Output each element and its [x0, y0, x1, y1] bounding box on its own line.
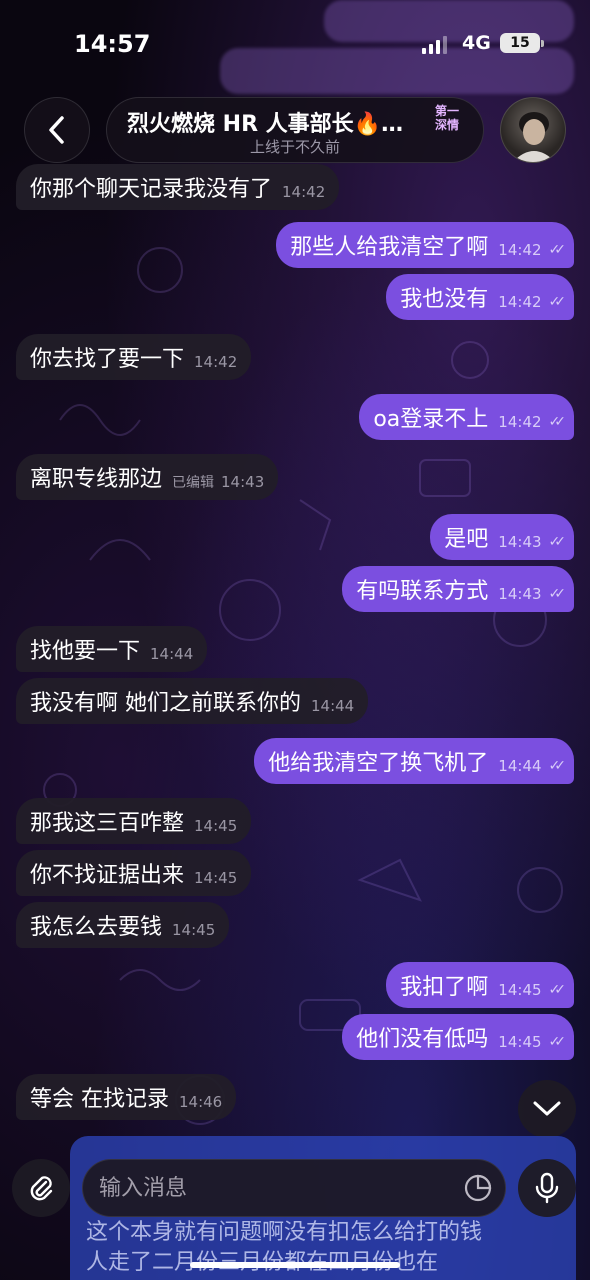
- sticker-icon[interactable]: [463, 1173, 493, 1203]
- message-bubble[interactable]: oa登录不上 14:42 ✓✓: [359, 394, 574, 440]
- message-bubble[interactable]: 那我这三百咋整 14:45: [16, 798, 252, 844]
- edited-label: 已编辑: [172, 475, 215, 491]
- message-time: 14:44: [498, 757, 542, 775]
- message-time: 14:42: [498, 241, 542, 259]
- signal-icon: [422, 36, 447, 54]
- scroll-down-button[interactable]: [518, 1080, 576, 1138]
- message-time: 14:43: [221, 473, 265, 491]
- message-bubble[interactable]: 他们没有低吗 14:45 ✓✓: [342, 1014, 574, 1060]
- message-time: 14:42: [282, 183, 326, 201]
- message-bubble[interactable]: 是吧 14:43 ✓✓: [430, 514, 574, 560]
- message-bubble[interactable]: 那些人给我清空了啊 14:42 ✓✓: [276, 222, 574, 268]
- message-bubble[interactable]: 我也没有 14:42 ✓✓: [386, 274, 574, 320]
- message-time: 14:42: [498, 293, 542, 311]
- status-bar: 14:57 4G 15: [0, 0, 590, 90]
- message-bubble[interactable]: 他给我清空了换飞机了 14:44 ✓✓: [254, 738, 574, 784]
- message-time: 14:43: [498, 585, 542, 603]
- message-time: 14:42: [194, 353, 238, 371]
- message-time: 14:44: [311, 697, 355, 715]
- voice-message-button[interactable]: [518, 1159, 576, 1217]
- message-time: 14:46: [179, 1093, 223, 1111]
- message-time: 14:45: [498, 1033, 542, 1051]
- double-check-icon: ✓✓: [548, 242, 567, 258]
- forwarded-preview-text: 这个本身就有问题啊没有扣怎么给打的钱 人走了二月份三月份都在四月份也在: [86, 1220, 483, 1275]
- back-arrow-icon: [49, 116, 64, 144]
- chat-title: 烈火燃烧 HR 人事部长🔥…: [127, 112, 404, 137]
- message-time: 14:45: [194, 817, 238, 835]
- battery-icon: 15: [500, 33, 544, 53]
- status-time: 14:57: [74, 30, 151, 58]
- chat-title-pill[interactable]: 烈火燃烧 HR 人事部长🔥… 第一深情 上线于不久前: [106, 97, 484, 163]
- message-time: 14:44: [150, 645, 194, 663]
- double-check-icon: ✓✓: [548, 982, 567, 998]
- message-bubble[interactable]: 你不找证据出来 14:45: [16, 850, 252, 896]
- message-time: 14:42: [498, 413, 542, 431]
- message-time: 14:45: [498, 981, 542, 999]
- message-time: 14:45: [172, 921, 216, 939]
- avatar[interactable]: [500, 97, 566, 163]
- double-check-icon: ✓✓: [548, 758, 567, 774]
- message-time: 14:43: [498, 533, 542, 551]
- message-input-container[interactable]: [82, 1159, 506, 1217]
- message-bubble[interactable]: 我怎么去要钱 14:45: [16, 902, 230, 948]
- double-check-icon: ✓✓: [548, 586, 567, 602]
- home-indicator: [190, 1262, 400, 1268]
- message-bubble[interactable]: 你去找了要一下 14:42: [16, 334, 252, 380]
- network-type: 4G: [462, 32, 491, 54]
- message-input[interactable]: [99, 1160, 459, 1216]
- message-bubble[interactable]: 有吗联系方式 14:43 ✓✓: [342, 566, 574, 612]
- message-bubble[interactable]: 你那个聊天记录我没有了 14:42: [16, 164, 340, 210]
- message-bubble[interactable]: 找他要一下 14:44: [16, 626, 208, 672]
- double-check-icon: ✓✓: [548, 534, 567, 550]
- double-check-icon: ✓✓: [548, 294, 567, 310]
- attach-button[interactable]: [12, 1159, 70, 1217]
- message-bubble[interactable]: 我没有啊 她们之前联系你的 14:44: [16, 678, 369, 724]
- last-seen-status: 上线于不久前: [249, 138, 340, 156]
- message-time: 14:45: [194, 869, 238, 887]
- attach-icon: [30, 1176, 53, 1201]
- back-button[interactable]: [24, 97, 90, 163]
- message-bubble[interactable]: 我扣了啊 14:45 ✓✓: [386, 962, 574, 1008]
- chevron-down-icon: [533, 1101, 561, 1116]
- mic-icon: [535, 1172, 559, 1204]
- double-check-icon: ✓✓: [548, 1034, 567, 1050]
- title-badge: 第一深情: [434, 104, 459, 132]
- message-bubble[interactable]: 等会 在找记录 14:46: [16, 1074, 237, 1120]
- double-check-icon: ✓✓: [548, 414, 567, 430]
- message-bubble[interactable]: 离职专线那边 已编辑 14:43: [16, 454, 279, 500]
